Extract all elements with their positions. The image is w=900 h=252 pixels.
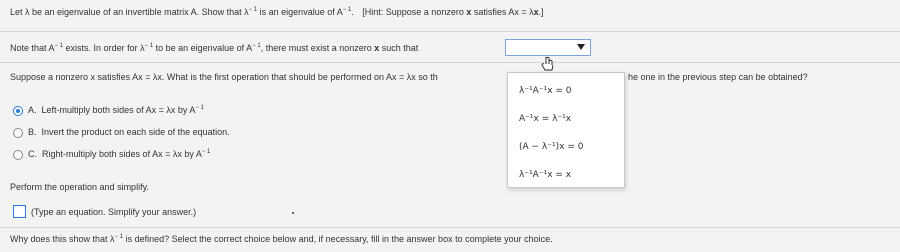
step2-text-right: he one in the previous step can be obtai…: [628, 72, 808, 82]
menu-option[interactable]: A⁻¹x = λ⁻¹x: [519, 114, 571, 124]
menu-option[interactable]: λ⁻¹A⁻¹x = 0: [519, 86, 572, 96]
radio-choice-c[interactable]: [13, 150, 23, 160]
radio-choice-b[interactable]: [13, 128, 23, 138]
answer-hint: (Type an equation. Simplify your answer.…: [31, 207, 197, 217]
dot-marker: [292, 212, 294, 214]
divider: [0, 62, 900, 63]
chevron-down-icon[interactable]: [577, 44, 585, 50]
divider: [0, 227, 900, 228]
menu-option[interactable]: λ⁻¹A⁻¹x = x: [519, 170, 571, 180]
hint-text: [Hint: Suppose a nonzero x satisfies Ax …: [362, 7, 544, 17]
radio-choice-a[interactable]: [13, 106, 23, 116]
step4-text: Why does this show that λ− 1 is defined?…: [10, 234, 553, 244]
equation-dropdown[interactable]: [505, 39, 591, 56]
question-text: is an eigenvalue of A: [257, 7, 343, 17]
step1-text: Note that A− 1 exists. In order for λ− 1…: [10, 43, 419, 53]
choice-a-label[interactable]: A. Left-multiply both sides of Ax = λx b…: [28, 105, 204, 115]
divider: [0, 31, 900, 32]
question-prompt: Let λ be an eigenvalue of an invertible …: [10, 7, 544, 17]
dropdown-menu: λ⁻¹A⁻¹x = 0 A⁻¹x = λ⁻¹x (A − λ⁻¹)x = 0 λ…: [507, 72, 625, 188]
question-text: .: [351, 7, 354, 17]
menu-option[interactable]: (A − λ⁻¹)x = 0: [519, 142, 583, 152]
question-text: Let λ be an eigenvalue of an invertible …: [10, 7, 249, 17]
step3-instruction: Perform the operation and simplify.: [10, 182, 149, 192]
answer-input[interactable]: [13, 205, 26, 218]
step2-text-left: Suppose a nonzero x satisfies Ax = λx. W…: [10, 72, 438, 82]
choice-b-label[interactable]: B. Invert the product on each side of th…: [28, 127, 230, 137]
hand-cursor-icon: [541, 56, 554, 71]
choice-c-label[interactable]: C. Right-multiply both sides of Ax = λx …: [28, 149, 210, 159]
superscript: − 1: [248, 7, 258, 13]
superscript: − 1: [342, 7, 352, 13]
